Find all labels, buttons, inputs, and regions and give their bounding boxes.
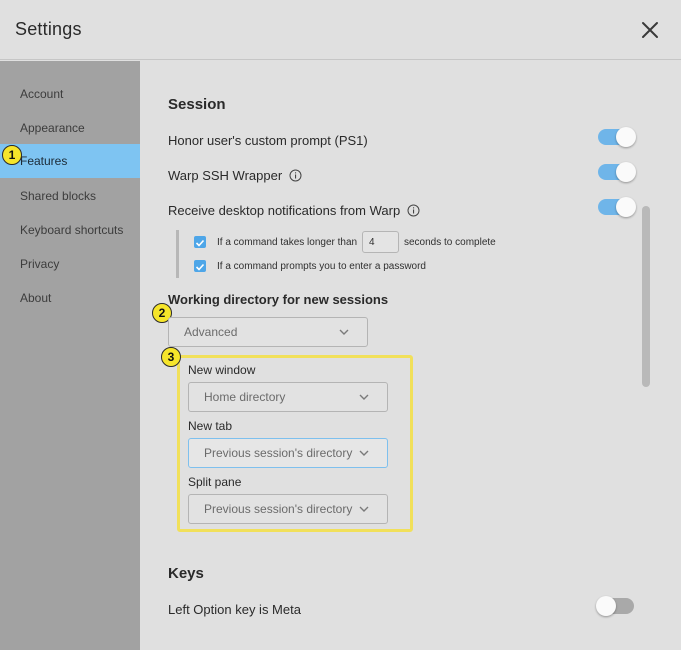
notification-options-indent bbox=[176, 230, 179, 278]
annotation-badge-3: 3 bbox=[161, 347, 181, 367]
long-command-prefix: If a command takes longer than bbox=[217, 237, 358, 248]
new-window-value: Home directory bbox=[204, 390, 286, 404]
chevron-down-icon bbox=[339, 329, 349, 335]
sidebar-item-features[interactable]: Features bbox=[0, 144, 140, 178]
new-tab-value: Previous session's directory bbox=[204, 446, 353, 460]
working-dir-mode-dropdown[interactable]: Advanced bbox=[168, 317, 368, 347]
long-command-checkbox[interactable] bbox=[194, 236, 206, 248]
checkmark-icon bbox=[195, 239, 205, 247]
option-meta-label: Left Option key is Meta bbox=[168, 602, 301, 617]
toggle-knob bbox=[596, 596, 616, 616]
option-meta-toggle[interactable] bbox=[596, 596, 634, 616]
sidebar-item-appearance[interactable]: Appearance bbox=[0, 111, 140, 145]
sidebar-item-privacy[interactable]: Privacy bbox=[0, 247, 140, 281]
password-prompt-checkbox[interactable] bbox=[194, 260, 206, 272]
new-window-label: New window bbox=[188, 363, 256, 377]
chevron-down-icon bbox=[359, 450, 369, 456]
long-command-seconds-input[interactable] bbox=[362, 231, 399, 253]
new-tab-dropdown[interactable]: Previous session's directory bbox=[188, 438, 388, 468]
split-pane-label: Split pane bbox=[188, 475, 242, 489]
sidebar-item-account[interactable]: Account bbox=[0, 77, 140, 111]
session-heading: Session bbox=[168, 96, 226, 113]
info-icon[interactable] bbox=[289, 169, 302, 182]
toggle-knob bbox=[616, 162, 636, 182]
split-pane-value: Previous session's directory bbox=[204, 502, 353, 516]
notifications-row: Receive desktop notifications from Warp bbox=[168, 203, 420, 218]
new-window-dropdown[interactable]: Home directory bbox=[188, 382, 388, 412]
ssh-wrapper-label: Warp SSH Wrapper bbox=[168, 168, 283, 183]
working-dir-mode-value: Advanced bbox=[184, 325, 238, 339]
working-dir-heading: Working directory for new sessions bbox=[168, 292, 389, 307]
keys-heading: Keys bbox=[168, 565, 204, 582]
settings-window: Settings Account Appearance Features Sha… bbox=[0, 0, 681, 650]
annotation-badge-1: 1 bbox=[2, 145, 22, 165]
toggle-knob bbox=[616, 127, 636, 147]
notifications-label: Receive desktop notifications from Warp bbox=[168, 203, 401, 218]
notifications-toggle[interactable] bbox=[598, 197, 636, 217]
ssh-wrapper-row: Warp SSH Wrapper bbox=[168, 168, 302, 183]
close-icon[interactable] bbox=[638, 18, 662, 42]
new-tab-label: New tab bbox=[188, 419, 233, 433]
long-command-suffix: seconds to complete bbox=[404, 237, 496, 248]
split-pane-dropdown[interactable]: Previous session's directory bbox=[188, 494, 388, 524]
sidebar-item-shared-blocks[interactable]: Shared blocks bbox=[0, 179, 140, 213]
info-icon[interactable] bbox=[407, 204, 420, 217]
chevron-down-icon bbox=[359, 394, 369, 400]
sidebar-item-keyboard-shortcuts[interactable]: Keyboard shortcuts bbox=[0, 213, 140, 247]
window-title: Settings bbox=[15, 19, 82, 39]
ssh-wrapper-toggle[interactable] bbox=[598, 162, 636, 182]
content-scrollbar[interactable] bbox=[642, 206, 650, 387]
title-bar: Settings bbox=[0, 0, 681, 60]
chevron-down-icon bbox=[359, 506, 369, 512]
toggle-knob bbox=[616, 197, 636, 217]
settings-content: Session Honor user's custom prompt (PS1)… bbox=[140, 61, 681, 650]
password-prompt-label: If a command prompts you to enter a pass… bbox=[217, 261, 426, 272]
honor-prompt-label: Honor user's custom prompt (PS1) bbox=[168, 133, 368, 148]
settings-sidebar: Account Appearance Features Shared block… bbox=[0, 61, 140, 650]
honor-prompt-toggle[interactable] bbox=[598, 127, 636, 147]
sidebar-item-about[interactable]: About bbox=[0, 281, 140, 315]
checkmark-icon bbox=[195, 263, 205, 271]
